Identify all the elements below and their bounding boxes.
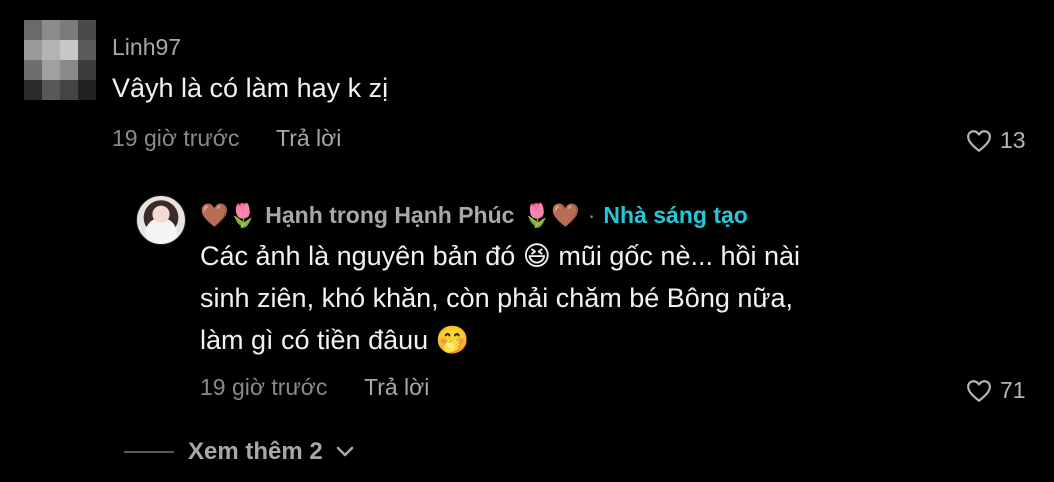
reply-text-line-2: sinh ziên, khó khăn, còn phải chăm bé Bô…	[200, 283, 793, 313]
reply-like-count: 71	[1000, 377, 1026, 403]
avatar[interactable]	[24, 20, 96, 100]
reply-text-line-1: Các ảnh là nguyên bản đó 😆 mũi gốc nè...…	[200, 241, 801, 271]
creator-badge: Nhà sáng tạo	[603, 202, 748, 228]
reply-button[interactable]: Trả lời	[276, 125, 341, 152]
reply-text-line-3: làm gì có tiền đâuu 🤭	[200, 325, 470, 355]
like-count: 13	[1000, 127, 1026, 153]
comment-timestamp: 19 giờ trước	[112, 125, 240, 151]
comment-username[interactable]: Linh97	[112, 34, 181, 61]
reply-username[interactable]: Hạnh trong Hạnh Phúc	[265, 202, 514, 229]
like-button[interactable]: 13	[966, 127, 1026, 154]
view-more-replies-button[interactable]: Xem thêm 2	[124, 438, 355, 466]
reply-avatar[interactable]	[136, 195, 186, 245]
reply-timestamp: 19 giờ trước	[200, 374, 328, 400]
name-prefix-emoji: 🤎🌷	[200, 203, 258, 229]
heart-outline-icon	[967, 129, 991, 152]
name-suffix-emoji: 🌷🤎	[522, 203, 580, 229]
divider-line	[124, 451, 174, 453]
chevron-down-icon	[336, 446, 354, 457]
comment-text: Vâyh là có làm hay k zị	[112, 73, 389, 103]
reply-like-button[interactable]: 71	[966, 377, 1026, 404]
reply-reply-button[interactable]: Trả lời	[364, 374, 429, 401]
separator-dot: ·	[587, 202, 596, 228]
view-more-label: Xem thêm 2	[188, 438, 323, 465]
heart-outline-icon	[967, 379, 991, 402]
comment-item: Linh97 Vâyh là có làm hay k zị 19 giờ tr…	[0, 0, 1054, 175]
reply-author-row: 🤎🌷 Hạnh trong Hạnh Phúc 🌷🤎 · Nhà sáng tạ…	[200, 202, 748, 229]
